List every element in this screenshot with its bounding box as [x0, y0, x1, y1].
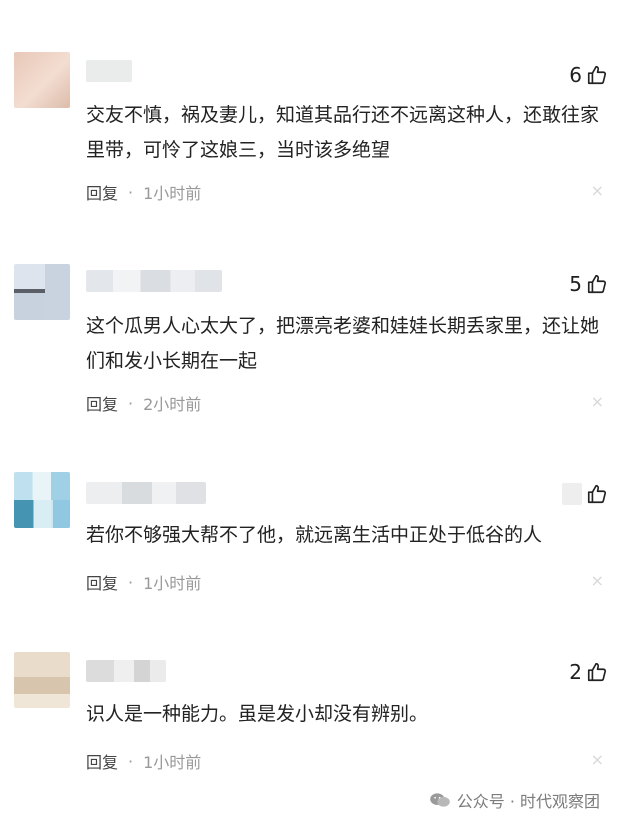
thumbs-up-icon — [587, 662, 607, 682]
thumbs-up-icon — [587, 274, 607, 294]
like-count: 6 — [569, 63, 582, 87]
like-button[interactable]: 5 — [569, 271, 608, 297]
like-button[interactable]: 6 — [569, 62, 608, 88]
avatar[interactable] — [14, 472, 70, 528]
comment-meta: 回复 · 1小时前 — [86, 180, 201, 204]
close-icon[interactable]: × — [591, 392, 604, 411]
comment-text: 若你不够强大帮不了他，就远离生活中正处于低谷的人 — [86, 524, 543, 546]
username-blurred[interactable] — [86, 482, 206, 504]
reply-button[interactable]: 回复 — [86, 391, 118, 415]
avatar[interactable] — [14, 652, 70, 708]
comment-meta: 回复 · 1小时前 — [86, 570, 201, 594]
watermark-text: 公众号 · 时代观察团 — [456, 792, 600, 811]
comment-text: 这个瓜男人心太大了，把漂亮老婆和娃娃长期丢家里，还让她们和发小长期在一起 — [86, 315, 600, 372]
like-count: 2 — [569, 660, 582, 684]
wechat-icon — [429, 793, 450, 807]
username-blurred[interactable] — [86, 60, 132, 82]
thumbs-up-icon — [587, 484, 607, 504]
like-button[interactable]: 2 — [569, 659, 608, 685]
comment-time: 2小时前 — [143, 395, 202, 414]
username-blurred[interactable] — [86, 660, 166, 682]
comment-text: 交友不慎，祸及妻儿，知道其品行还不远离这种人，还敢往家里带，可怜了这娘三，当时该… — [86, 104, 600, 161]
meta-separator: · — [128, 182, 134, 202]
close-icon[interactable]: × — [591, 181, 604, 200]
avatar[interactable] — [14, 264, 70, 320]
like-count-blurred — [562, 483, 582, 505]
watermark: 公众号 · 时代观察团 — [429, 788, 600, 812]
close-icon[interactable]: × — [591, 750, 604, 769]
meta-separator: · — [128, 751, 134, 771]
comment-time: 1小时前 — [143, 753, 202, 772]
reply-button[interactable]: 回复 — [86, 749, 118, 773]
meta-separator: · — [128, 572, 134, 592]
close-icon[interactable]: × — [591, 571, 604, 590]
comment-time: 1小时前 — [143, 574, 202, 593]
reply-button[interactable]: 回复 — [86, 570, 118, 594]
comment-meta: 回复 · 2小时前 — [86, 391, 201, 415]
comment-meta: 回复 · 1小时前 — [86, 749, 201, 773]
username-blurred[interactable] — [86, 270, 222, 292]
like-count: 5 — [569, 272, 582, 296]
meta-separator: · — [128, 393, 134, 413]
like-button[interactable] — [562, 481, 608, 507]
reply-button[interactable]: 回复 — [86, 180, 118, 204]
comment-text: 识人是一种能力。虽是发小却没有辨别。 — [86, 703, 429, 725]
comment-time: 1小时前 — [143, 184, 202, 203]
thumbs-up-icon — [587, 65, 607, 85]
avatar[interactable] — [14, 52, 70, 108]
